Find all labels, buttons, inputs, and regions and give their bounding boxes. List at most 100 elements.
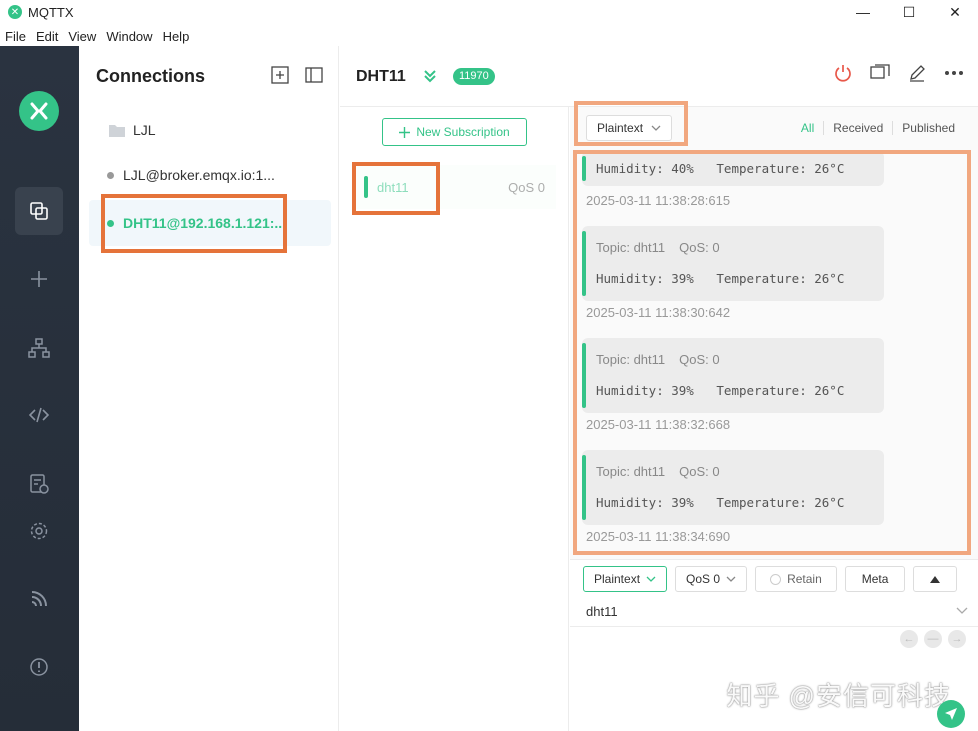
publish-qos-value: QoS 0 — [686, 572, 721, 586]
retain-label: Retain — [787, 572, 822, 586]
edit-pencil-icon[interactable] — [908, 64, 926, 82]
subscription-qos: QoS 0 — [508, 179, 545, 195]
message-payload: Humidity: 39% Temperature: 26°C — [596, 271, 845, 286]
script-nav-button[interactable] — [15, 391, 63, 439]
clear-dash-icon[interactable]: — — [924, 630, 942, 648]
expand-up-button[interactable] — [913, 566, 958, 592]
meta-button[interactable]: Meta — [844, 566, 906, 592]
previous-arrow-icon[interactable]: ← — [900, 630, 918, 648]
connection-item-selected[interactable]: DHT11@192.168.1.121:... — [89, 200, 331, 246]
message-payload: Humidity: 40% Temperature: 26°C — [596, 161, 845, 176]
subscription-item[interactable]: dht11 QoS 0 — [356, 165, 556, 209]
log-icon — [30, 474, 49, 494]
folder-label: LJL — [133, 122, 156, 138]
message-payload: Humidity: 39% Temperature: 26°C — [596, 383, 845, 398]
message-payload: Humidity: 39% Temperature: 26°C — [596, 495, 845, 510]
message-color-bar — [582, 343, 586, 408]
connections-panel: Connections LJL LJL@broker.emqx.io:1... … — [79, 46, 339, 731]
publish-format-select[interactable]: Plaintext — [583, 566, 668, 592]
watermark-text: 知乎 @安信可科技 — [726, 681, 951, 711]
menu-window[interactable]: Window — [101, 29, 157, 44]
chevron-down-icon[interactable] — [956, 607, 968, 615]
new-subscription-button[interactable]: New Subscription — [382, 118, 527, 146]
topology-nav-button[interactable] — [15, 324, 63, 372]
main-sidebar — [0, 46, 79, 731]
message-qos: QoS: 0 — [679, 352, 720, 367]
publish-topic-input[interactable]: dht11 — [586, 604, 618, 619]
message-bubble[interactable]: Topic: dht11 QoS: 0 Humidity: 39% Tempera… — [582, 450, 884, 525]
meta-label: Meta — [861, 572, 889, 586]
maximize-button[interactable]: ☐ — [886, 0, 932, 24]
triangle-up-icon — [930, 575, 941, 583]
tab-published[interactable]: Published — [893, 121, 964, 135]
message-timestamp: 2025-03-11 11:38:28:615 — [586, 193, 731, 208]
connection-folder[interactable]: LJL — [109, 122, 156, 138]
message-bubble[interactable]: Humidity: 40% Temperature: 26°C — [582, 151, 884, 186]
menu-help[interactable]: Help — [158, 29, 195, 44]
message-timestamp: 2025-03-11 11:38:34:690 — [586, 529, 731, 544]
publish-panel: Plaintext QoS 0 Retain Meta dht11 ← — → … — [570, 559, 978, 731]
message-topic: Topic: dht11 — [596, 464, 666, 479]
gear-icon — [30, 522, 48, 540]
message-area: Plaintext All Received Published Humidit… — [570, 107, 978, 559]
new-folder-icon[interactable] — [271, 66, 289, 84]
more-options-icon[interactable] — [944, 70, 964, 76]
toggle-panel-icon[interactable] — [305, 66, 323, 84]
log-nav-button[interactable] — [15, 460, 63, 508]
subscription-topic: dht11 — [377, 179, 409, 195]
mqttx-logo-icon — [19, 91, 59, 131]
folder-icon — [109, 124, 125, 137]
message-count-badge: 11970 — [453, 68, 495, 85]
message-bubble[interactable]: Topic: dht11 QoS: 0 Humidity: 39% Tempera… — [582, 226, 884, 301]
info-icon — [30, 658, 48, 676]
title-bar: ✕ MQTTX — ☐ ✕ — [0, 0, 978, 24]
app-logo-icon: ✕ — [8, 5, 22, 19]
feed-nav-button[interactable] — [15, 575, 63, 623]
rss-icon — [31, 591, 47, 607]
connection-header: DHT11 11970 — [340, 46, 978, 107]
plus-icon — [31, 271, 47, 287]
chevron-down-icon — [651, 125, 661, 131]
connection-label: LJL@broker.emqx.io:1... — [123, 167, 275, 183]
chevron-down-icon — [646, 576, 656, 582]
connection-name: DHT11 — [356, 68, 406, 85]
code-icon — [28, 407, 50, 423]
new-subscription-label: New Subscription — [416, 125, 510, 139]
next-arrow-icon[interactable]: → — [948, 630, 966, 648]
double-chevron-down-icon[interactable] — [422, 68, 438, 84]
menu-view[interactable]: View — [63, 29, 101, 44]
tab-received[interactable]: Received — [824, 121, 892, 135]
disconnect-power-icon[interactable] — [834, 64, 852, 82]
menu-bar: File Edit View Window Help — [0, 26, 978, 46]
publish-qos-select[interactable]: QoS 0 — [675, 566, 748, 592]
settings-nav-button[interactable] — [15, 507, 63, 555]
chevron-down-icon — [726, 576, 736, 582]
divider — [570, 626, 978, 627]
message-qos: QoS: 0 — [679, 464, 720, 479]
menu-file[interactable]: File — [0, 29, 31, 44]
connection-item[interactable]: LJL@broker.emqx.io:1... — [89, 152, 331, 198]
message-qos: QoS: 0 — [679, 240, 720, 255]
connection-label: DHT11@192.168.1.121:... — [123, 215, 287, 231]
send-button[interactable] — [937, 700, 965, 728]
message-topic: Topic: dht11 — [596, 352, 666, 367]
connections-nav-button[interactable] — [15, 187, 63, 235]
subscription-color-bar — [364, 176, 368, 198]
about-nav-button[interactable] — [15, 643, 63, 691]
new-window-icon[interactable] — [870, 64, 890, 82]
window-title: MQTTX — [28, 4, 74, 20]
minimize-button[interactable]: — — [840, 0, 886, 24]
online-status-dot — [107, 219, 114, 227]
retain-checkbox[interactable]: Retain — [755, 566, 837, 592]
tab-all[interactable]: All — [792, 121, 823, 135]
message-timestamp: 2025-03-11 11:38:32:668 — [586, 417, 731, 432]
message-bubble[interactable]: Topic: dht11 QoS: 0 Humidity: 39% Tempera… — [582, 338, 884, 413]
new-connection-nav-button[interactable] — [15, 255, 63, 303]
menu-edit[interactable]: Edit — [31, 29, 63, 44]
close-button[interactable]: ✕ — [932, 0, 978, 24]
payload-format-select[interactable]: Plaintext — [586, 115, 672, 141]
subscription-list: New Subscription dht11 QoS 0 — [340, 107, 569, 731]
message-timestamp: 2025-03-11 11:38:30:642 — [586, 305, 731, 320]
message-color-bar — [582, 455, 586, 520]
plus-icon — [399, 126, 411, 138]
